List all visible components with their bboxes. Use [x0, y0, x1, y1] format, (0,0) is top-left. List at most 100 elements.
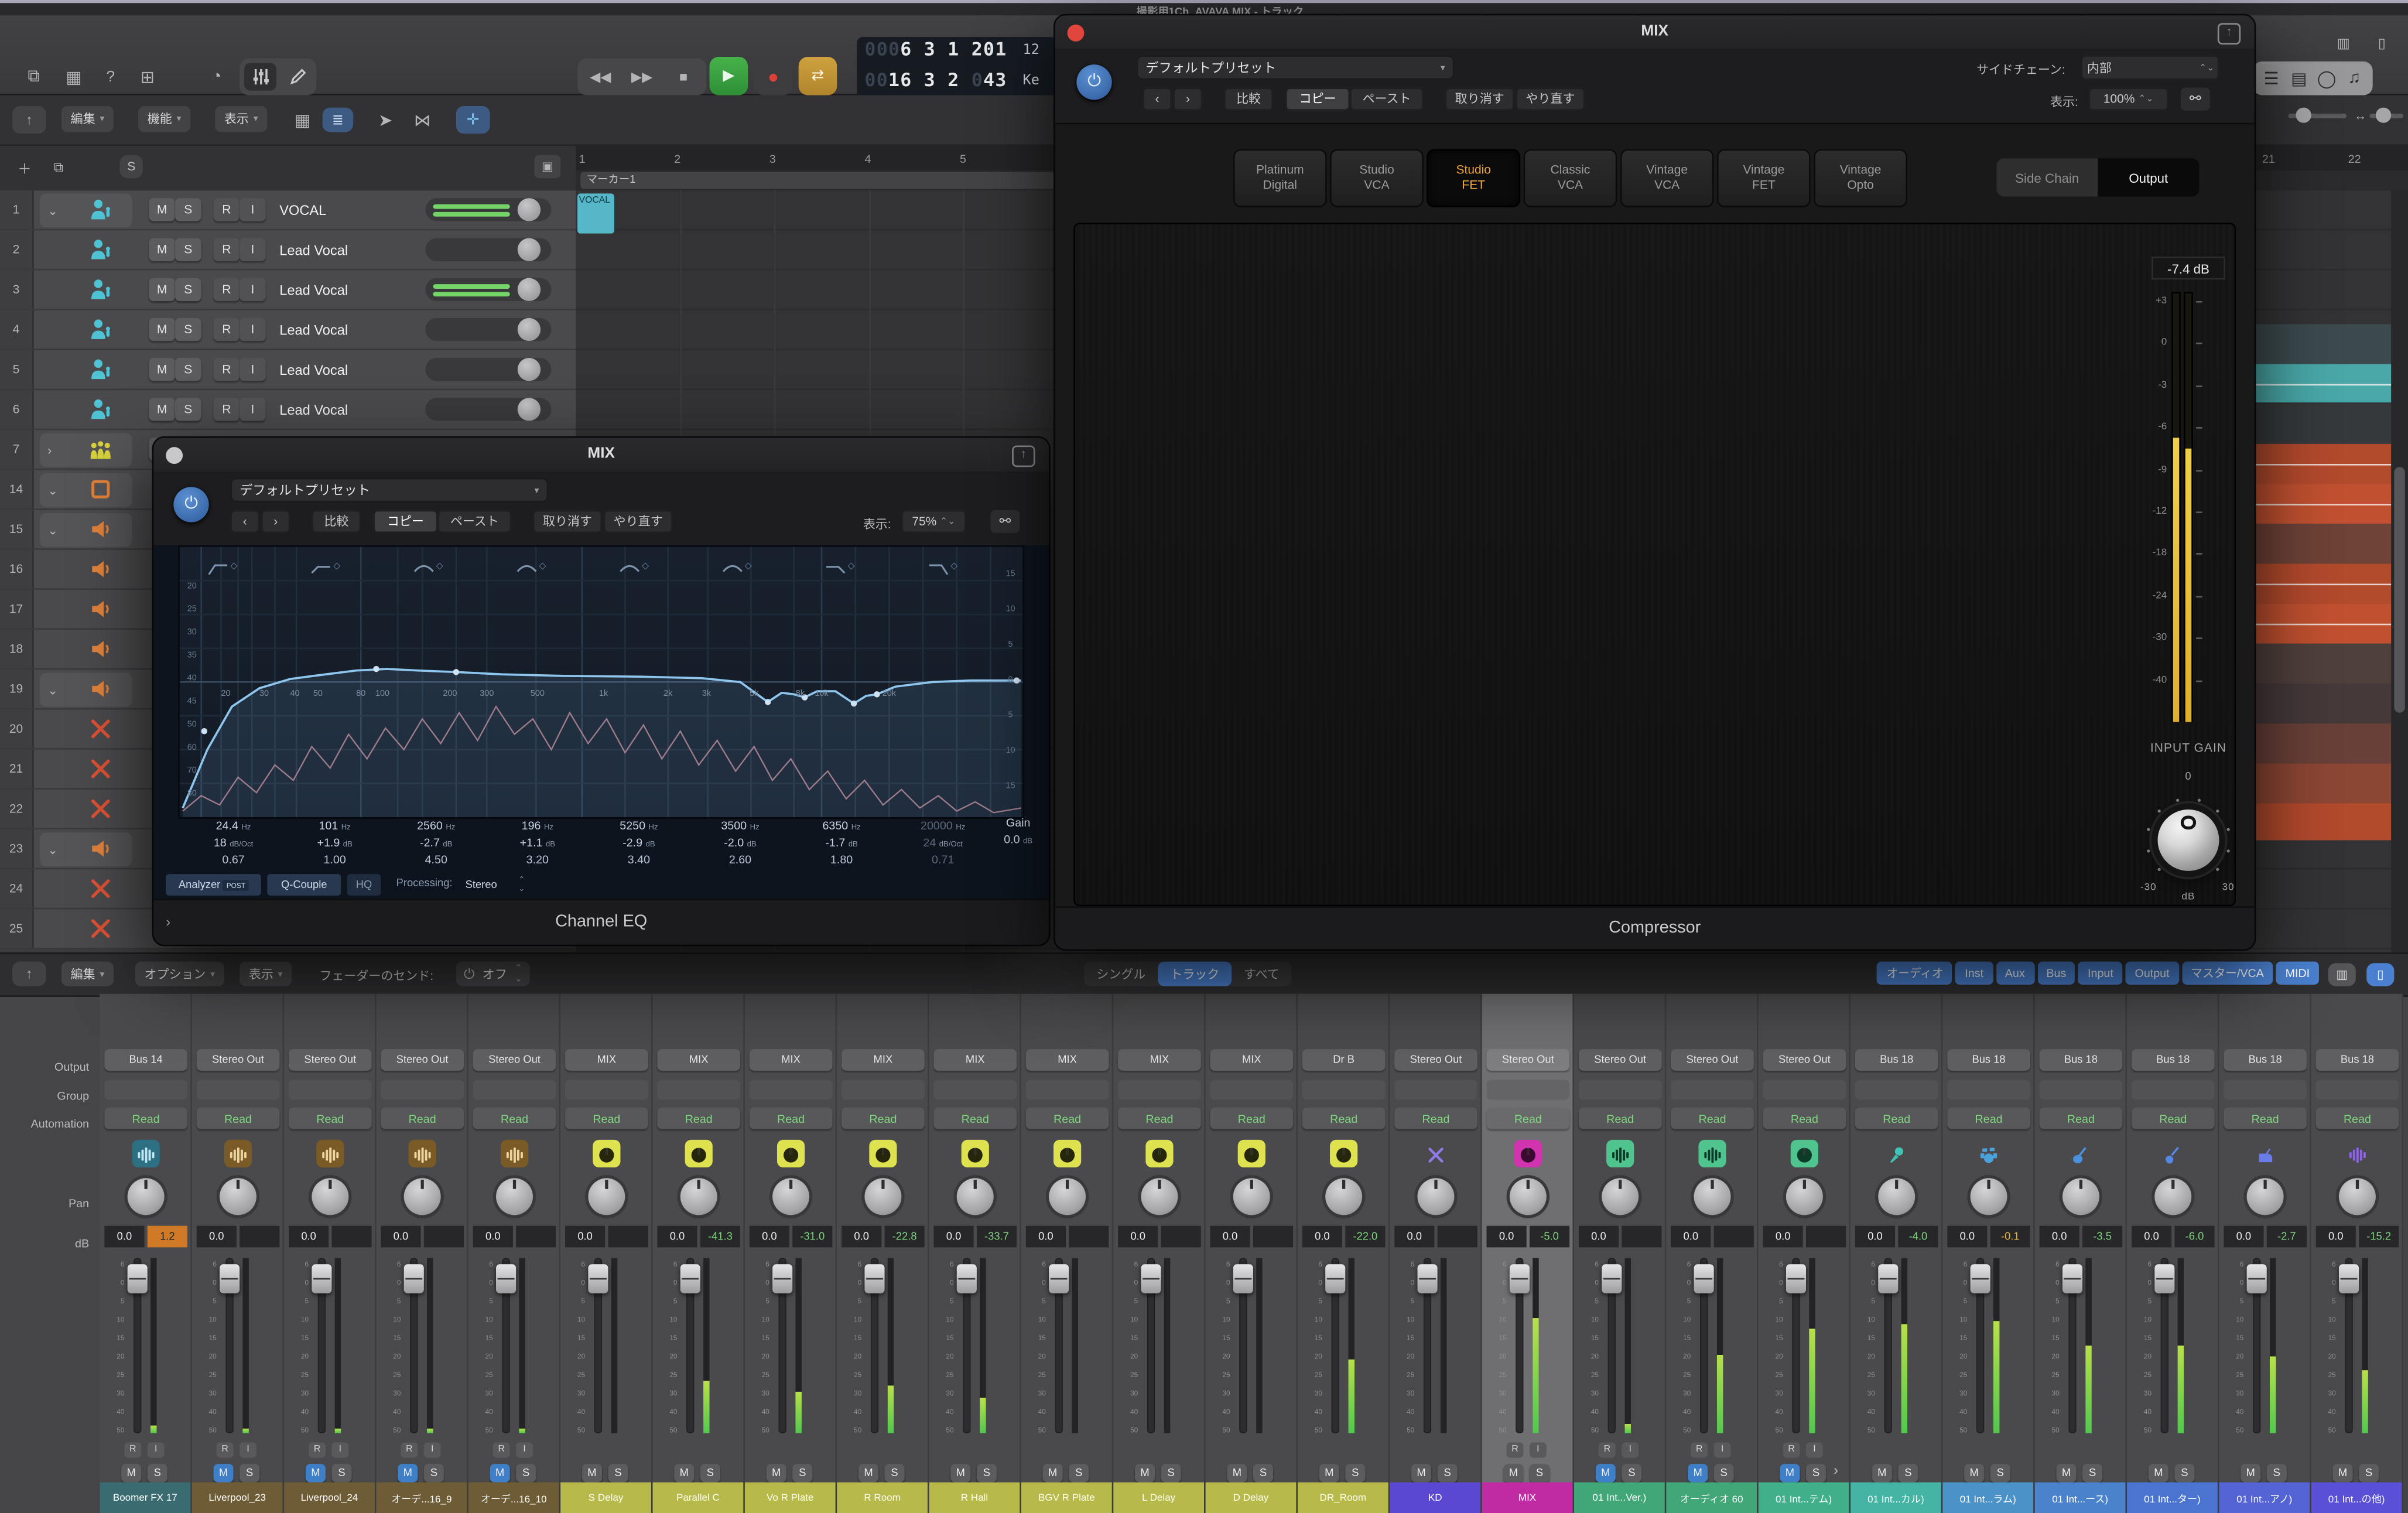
strip-name[interactable]: 01 Int...カル) [1851, 1483, 1941, 1513]
strip-group-slot[interactable] [565, 1080, 648, 1100]
track-m-button[interactable]: M [149, 398, 175, 421]
track-m-button[interactable]: M [149, 198, 175, 221]
strip-record-button[interactable]: R [1691, 1442, 1708, 1457]
channel-strip[interactable]: Bus 18Read0.0-0.160510152025304050MS01 I… [1942, 994, 2034, 1513]
track-s-button[interactable]: S [175, 358, 201, 381]
type-button-Aux[interactable]: Aux [1996, 962, 2034, 985]
chevron-down-icon[interactable]: ⌄ [47, 684, 58, 698]
eq-band-values[interactable]: 3500 Hz-2.0 dB2.60 [691, 819, 789, 871]
strip-group-slot[interactable] [657, 1080, 740, 1100]
notes-icon[interactable]: ▤ [2287, 66, 2311, 91]
strip-volume-value[interactable]: 0.0 [1487, 1226, 1527, 1248]
channel-strip[interactable]: Bus 18Read0.0-2.760510152025304050MS01 I… [2219, 994, 2311, 1513]
track-r-button[interactable]: R [214, 318, 240, 341]
track-i-button[interactable]: I [240, 318, 266, 341]
track-i-button[interactable]: I [240, 238, 266, 261]
strip-group-slot[interactable] [1947, 1080, 2030, 1100]
chevron-down-icon[interactable]: ⌄ [47, 484, 58, 498]
strip-solo-button[interactable]: S [1345, 1464, 1365, 1482]
comp-undo-button[interactable]: 取り消す [1445, 87, 1514, 110]
strip-mute-button[interactable]: M [1596, 1464, 1616, 1482]
strip-automation-read[interactable]: Read [750, 1108, 833, 1129]
catch-playhead-icon[interactable]: ✛ [456, 106, 490, 134]
marker-1[interactable]: マーカー1 [580, 172, 1062, 189]
strip-input-monitor-button[interactable]: I [240, 1442, 256, 1457]
strip-solo-button[interactable]: S [2267, 1464, 2287, 1482]
strip-solo-button[interactable]: S [1714, 1464, 1734, 1482]
strip-mute-button[interactable]: M [950, 1464, 970, 1482]
strip-mute-button[interactable]: M [398, 1464, 418, 1482]
channel-strip[interactable]: Stereo OutRead0.060510152025304050RIMSLi… [192, 994, 284, 1513]
strip-volume-value[interactable]: 0.0 [842, 1226, 881, 1248]
strip-output-selector[interactable]: Bus 18 [1855, 1049, 1938, 1071]
strip-pan-knob[interactable] [1602, 1178, 1639, 1215]
eq-redo-button[interactable]: やり直す [604, 510, 673, 533]
track-m-button[interactable]: M [149, 238, 175, 261]
strip-automation-read[interactable]: Read [565, 1108, 648, 1129]
track-i-button[interactable]: I [240, 278, 266, 301]
strip-solo-button[interactable]: S [2082, 1464, 2102, 1482]
media-browser-icon[interactable]: ♫ [2342, 66, 2366, 91]
channel-strip[interactable]: Stereo OutRead0.060510152025304050MSKD [1390, 994, 1482, 1513]
region-block[interactable] [2255, 723, 2408, 763]
cycle-button[interactable]: ⇄ [799, 57, 837, 95]
play-button[interactable]: ▶ [710, 57, 748, 95]
track-row[interactable]: 5MSRILead Vocal [0, 350, 576, 390]
comp-redo-button[interactable]: やり直す [1516, 87, 1585, 110]
fader-cap[interactable] [1878, 1264, 1898, 1293]
model-button-platinum-digital[interactable]: PlatinumDigital [1233, 149, 1327, 207]
input-gain-knob[interactable] [2158, 810, 2219, 871]
strip-output-selector[interactable]: Bus 18 [2132, 1049, 2215, 1071]
eq-hq-button[interactable]: HQ [347, 874, 381, 896]
stack-collapse-chevron[interactable]: › [1834, 1463, 1838, 1478]
strip-volume-value[interactable]: 0.0 [1118, 1226, 1158, 1248]
fader-cap[interactable] [1141, 1264, 1161, 1293]
comp-view-size[interactable]: 100% ⌃⌄ [2089, 87, 2168, 110]
fader-cap[interactable] [2247, 1264, 2267, 1293]
strip-output-selector[interactable]: MIX [565, 1049, 648, 1071]
eq-graph[interactable]: ◇◇◇◇◇◇◇◇ 2025303540455060708015105051015… [178, 545, 1024, 819]
eq-band-3-icon[interactable]: ◇ [413, 556, 447, 580]
chevron-down-icon[interactable]: ⌄ [47, 524, 58, 538]
strip-automation-read[interactable]: Read [197, 1108, 280, 1129]
strip-output-selector[interactable]: Bus 18 [1947, 1049, 2030, 1071]
mixer-menu-view[interactable]: 表示▾ [240, 962, 292, 986]
eq-band-8-icon[interactable]: ◇ [928, 556, 962, 580]
strip-group-slot[interactable] [1302, 1080, 1386, 1100]
strip-output-selector[interactable]: MIX [1118, 1049, 1201, 1071]
panel-right-icon[interactable]: ▯ [2369, 32, 2394, 54]
track-s-button[interactable]: S [175, 198, 201, 221]
region-inspector-icon[interactable]: ▣ [535, 155, 561, 178]
comp-sidechain-selector[interactable]: 内部⌃⌄ [2081, 55, 2219, 80]
strip-record-button[interactable]: R [1783, 1442, 1800, 1457]
eq-next-preset[interactable]: › [261, 510, 290, 533]
fader-cap[interactable] [957, 1264, 977, 1293]
strip-group-slot[interactable] [933, 1080, 1017, 1100]
channel-strip[interactable]: MIXRead0.060510152025304050MSBGV R Plate [1021, 994, 1113, 1513]
strip-name[interactable]: Boomer FX 17 [100, 1483, 190, 1513]
strip-group-slot[interactable] [289, 1080, 372, 1100]
region-block[interactable] [2255, 763, 2408, 803]
strip-automation-read[interactable]: Read [1302, 1108, 1386, 1129]
strip-solo-button[interactable]: S [331, 1464, 351, 1482]
strip-name[interactable]: Liverpool_24 [284, 1483, 375, 1513]
strip-record-button[interactable]: R [401, 1442, 418, 1457]
track-m-button[interactable]: M [149, 318, 175, 341]
strip-output-selector[interactable]: Bus 18 [2040, 1049, 2123, 1071]
strip-mute-button[interactable]: M [2056, 1464, 2076, 1482]
fader-cap[interactable] [1233, 1264, 1253, 1293]
strip-group-slot[interactable] [2224, 1080, 2307, 1100]
track-s-button[interactable]: S [175, 238, 201, 261]
strip-automation-read[interactable]: Read [2224, 1108, 2307, 1129]
strip-name[interactable]: オーデ...16_10 [468, 1483, 559, 1513]
model-button-vintage-vca[interactable]: VintageVCA [1620, 149, 1714, 207]
strip-group-slot[interactable] [2132, 1080, 2215, 1100]
strip-output-selector[interactable]: Stereo Out [1487, 1049, 1570, 1071]
fader-cap[interactable] [1694, 1264, 1714, 1293]
comp-sidechain-tab[interactable]: Side Chain [1996, 158, 2098, 197]
channel-strip[interactable]: Stereo OutRead0.060510152025304050RIMS01… [1574, 994, 1666, 1513]
vocal-clip[interactable]: VOCAL [577, 193, 614, 233]
region-block[interactable] [2255, 404, 2408, 444]
stop-icon[interactable]: ■ [666, 64, 700, 89]
track-volume-slider[interactable] [425, 398, 551, 421]
